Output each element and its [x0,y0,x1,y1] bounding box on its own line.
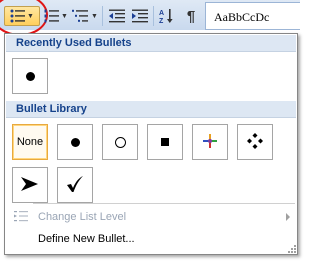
recently-used-bullets-header: Recently Used Bullets [6,35,296,52]
recent-bullet-filled-circle[interactable] [12,58,48,94]
hollow-circle-bullet-icon [114,136,126,148]
numbering-button[interactable]: ▼ [44,6,68,26]
sort-z-letter: Z [159,18,164,24]
change-list-level-item[interactable]: Change List Level [6,207,296,227]
submenu-arrow-icon [286,213,290,221]
none-label: None [16,136,44,148]
chevron-down-icon: ▼ [91,12,98,20]
filled-square-bullet-icon [161,138,169,146]
filled-circle-bullet-icon [70,137,80,147]
toolbar-separator [102,6,103,26]
decrease-indent-button[interactable] [106,6,128,26]
bullet-checkmark-option[interactable] [57,167,93,203]
increase-indent-icon [132,9,148,23]
chevron-down-icon: ▼ [61,12,68,20]
list-level-icon [14,210,28,225]
sort-a-letter: A [159,10,164,17]
filled-circle-bullet-icon [25,71,35,81]
change-list-level-label: Change List Level [38,211,127,223]
style-gallery-preview[interactable]: AaBbCcDc [205,2,300,30]
arrowhead-bullet-icon [21,176,39,195]
increase-indent-button[interactable] [129,6,151,26]
define-new-bullet-item[interactable]: Define New Bullet... [6,229,296,249]
bullet-arrowhead-option[interactable] [12,167,48,203]
pilcrow-icon: ¶ [186,7,196,25]
bullet-filled-square-option[interactable] [147,124,183,160]
bullet-color-star-option[interactable] [192,124,228,160]
sort-az-icon: A Z [159,8,175,24]
decrease-indent-icon [109,9,125,23]
menu-separator [33,203,295,204]
toolbar-separator [153,6,154,26]
bullets-dropdown: Recently Used Bullets Bullet Library Non… [4,33,298,255]
bullet-diamond-cluster-option[interactable] [237,124,273,160]
multilevel-list-button[interactable]: ▼ [70,6,100,26]
resize-grip-icon[interactable] [286,243,296,253]
style-preview-text: AaBbCcDc [214,10,270,24]
bullet-none-option[interactable]: None [12,124,48,160]
highlight-circle [0,0,48,36]
diamond-cluster-bullet-icon [247,132,263,152]
define-new-bullet-label: Define New Bullet... [38,233,135,245]
multilevel-list-icon [72,9,90,23]
show-formatting-button[interactable]: ¶ [180,6,202,26]
color-star-bullet-icon [202,133,218,152]
numbered-list-icon [44,9,60,23]
sort-button[interactable]: A Z [156,6,178,26]
bullet-filled-circle-option[interactable] [57,124,93,160]
checkmark-bullet-icon [66,175,84,196]
bullet-hollow-circle-option[interactable] [102,124,138,160]
bullet-library-header: Bullet Library [6,101,296,118]
